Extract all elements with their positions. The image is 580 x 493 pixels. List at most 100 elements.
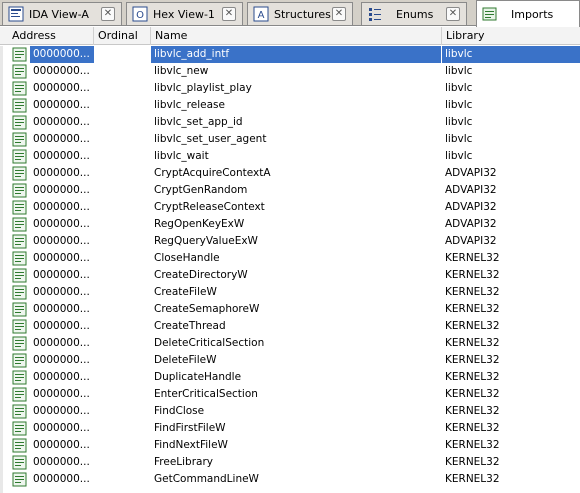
table-row[interactable]: 0000000... CreateDirectoryW KERNEL32	[0, 267, 580, 284]
close-icon[interactable]: ✕	[222, 7, 236, 21]
table-row[interactable]: 0000000... libvlc_wait libvlc	[0, 148, 580, 165]
table-row[interactable]: 0000000... EnterCriticalSection KERNEL32	[0, 386, 580, 403]
library-cell: libvlc	[445, 99, 473, 111]
table-row[interactable]: 0000000... DuplicateHandle KERNEL32	[0, 369, 580, 386]
table-row[interactable]: 0000000... CryptReleaseContext ADVAPI32	[0, 199, 580, 216]
import-entry-icon	[12, 319, 28, 334]
column-ordinal[interactable]: Ordinal	[94, 27, 151, 45]
tab-hex-view-1[interactable]: O Hex View-1 ✕	[126, 2, 243, 25]
import-entry-icon	[12, 200, 28, 215]
library-cell: ADVAPI32	[445, 235, 497, 247]
tab-ida-view-a[interactable]: IDA View-A ✕	[2, 2, 122, 25]
library-cell: ADVAPI32	[445, 201, 497, 213]
import-entry-icon	[12, 438, 28, 453]
structures-icon: A	[253, 6, 269, 22]
table-row[interactable]: 0000000... FreeLibrary KERNEL32	[0, 454, 580, 471]
name-cell: libvlc_wait	[154, 150, 209, 162]
name-cell: DeleteFileW	[154, 354, 217, 366]
library-cell: libvlc	[445, 150, 473, 162]
tab-label: Hex View-1	[153, 7, 215, 21]
address-cell: 0000000...	[33, 184, 90, 196]
table-row[interactable]: 0000000... CreateThread KERNEL32	[0, 318, 580, 335]
table-row[interactable]: 0000000... CryptAcquireContextA ADVAPI32	[0, 165, 580, 182]
name-cell: CryptReleaseContext	[154, 201, 265, 213]
address-cell: 0000000...	[33, 456, 90, 468]
address-cell: 0000000...	[33, 82, 90, 94]
table-row[interactable]: 0000000... FindNextFileW KERNEL32	[0, 437, 580, 454]
table-row[interactable]: 0000000... CreateSemaphoreW KERNEL32	[0, 301, 580, 318]
library-cell: libvlc	[445, 133, 473, 145]
address-cell: 0000000...	[33, 320, 90, 332]
tab-label: Structures	[274, 7, 331, 21]
enums-icon	[367, 6, 383, 22]
tab-structures[interactable]: A Structures ✕	[247, 2, 353, 25]
address-cell: 0000000...	[30, 46, 94, 63]
table-row[interactable]: 0000000... CreateFileW KERNEL32	[0, 284, 580, 301]
table-row[interactable]: 0000000... libvlc_release libvlc	[0, 97, 580, 114]
library-cell: libvlc	[445, 116, 473, 128]
library-cell: libvlc	[445, 65, 473, 77]
name-cell: CryptGenRandom	[154, 184, 248, 196]
column-library[interactable]: Library	[442, 27, 580, 45]
library-cell: KERNEL32	[445, 269, 500, 281]
import-entry-icon	[12, 166, 28, 181]
tab-label: Enums	[396, 7, 434, 21]
import-entry-icon	[12, 234, 28, 249]
table-row[interactable]: 0000000... DeleteFileW KERNEL32	[0, 352, 580, 369]
table-row[interactable]: 0000000... RegOpenKeyExW ADVAPI32	[0, 216, 580, 233]
column-name[interactable]: Name	[151, 27, 442, 45]
table-row[interactable]: 0000000... DeleteCriticalSection KERNEL3…	[0, 335, 580, 352]
name-cell: FindNextFileW	[154, 439, 228, 451]
address-cell: 0000000...	[33, 235, 90, 247]
address-cell: 0000000...	[33, 150, 90, 162]
table-row[interactable]: 0000000... GetCommandLineW KERNEL32	[0, 471, 580, 488]
address-cell: 0000000...	[33, 439, 90, 451]
tab-label: Imports	[511, 7, 554, 21]
close-icon[interactable]: ✕	[446, 7, 460, 21]
table-row[interactable]: 0000000... libvlc_add_intf libvlc	[0, 46, 580, 63]
tab-label: IDA View-A	[29, 7, 89, 21]
name-cell: EnterCriticalSection	[154, 388, 258, 400]
table-row[interactable]: 0000000... CloseHandle KERNEL32	[0, 250, 580, 267]
name-cell: FreeLibrary	[154, 456, 213, 468]
table-row[interactable]: 0000000... FindClose KERNEL32	[0, 403, 580, 420]
name-cell: GetCommandLineW	[154, 473, 259, 485]
column-address[interactable]: Address	[8, 27, 94, 45]
address-cell: 0000000...	[33, 354, 90, 366]
tab-enums[interactable]: Enums ✕	[361, 2, 467, 25]
close-icon[interactable]: ✕	[101, 7, 115, 21]
library-cell: KERNEL32	[445, 354, 500, 366]
table-row[interactable]: 0000000... CryptGenRandom ADVAPI32	[0, 182, 580, 199]
table-row[interactable]: 0000000... RegQueryValueExW ADVAPI32	[0, 233, 580, 250]
svg-text:O: O	[136, 10, 144, 21]
hex-view-icon: O	[132, 6, 148, 22]
table-row[interactable]: 0000000... FindFirstFileW KERNEL32	[0, 420, 580, 437]
name-cell: libvlc_set_user_agent	[154, 133, 267, 145]
name-cell: libvlc_release	[154, 99, 225, 111]
library-cell: KERNEL32	[445, 405, 500, 417]
table-row[interactable]: 0000000... libvlc_new libvlc	[0, 63, 580, 80]
import-entry-icon	[12, 370, 28, 385]
table-row[interactable]: 0000000... libvlc_playlist_play libvlc	[0, 80, 580, 97]
import-entry-icon	[12, 183, 28, 198]
library-cell: libvlc	[445, 82, 473, 94]
svg-text:A: A	[258, 10, 265, 21]
name-cell: libvlc_set_app_id	[154, 116, 243, 128]
close-icon[interactable]: ✕	[332, 7, 346, 21]
import-entry-icon	[12, 132, 28, 147]
tab-imports[interactable]: Imports	[476, 0, 580, 27]
name-cell: CloseHandle	[154, 252, 220, 264]
address-cell: 0000000...	[33, 286, 90, 298]
import-entry-icon	[12, 353, 28, 368]
name-cell: DeleteCriticalSection	[154, 337, 265, 349]
name-cell: libvlc_new	[154, 65, 209, 77]
library-cell: KERNEL32	[445, 337, 500, 349]
import-entry-icon	[12, 47, 28, 62]
name-cell: CryptAcquireContextA	[154, 167, 271, 179]
table-row[interactable]: 0000000... libvlc_set_user_agent libvlc	[0, 131, 580, 148]
import-entry-icon	[12, 217, 28, 232]
import-entry-icon	[12, 455, 28, 470]
import-entry-icon	[12, 64, 28, 79]
table-row[interactable]: 0000000... libvlc_set_app_id libvlc	[0, 114, 580, 131]
library-cell: KERNEL32	[445, 456, 500, 468]
